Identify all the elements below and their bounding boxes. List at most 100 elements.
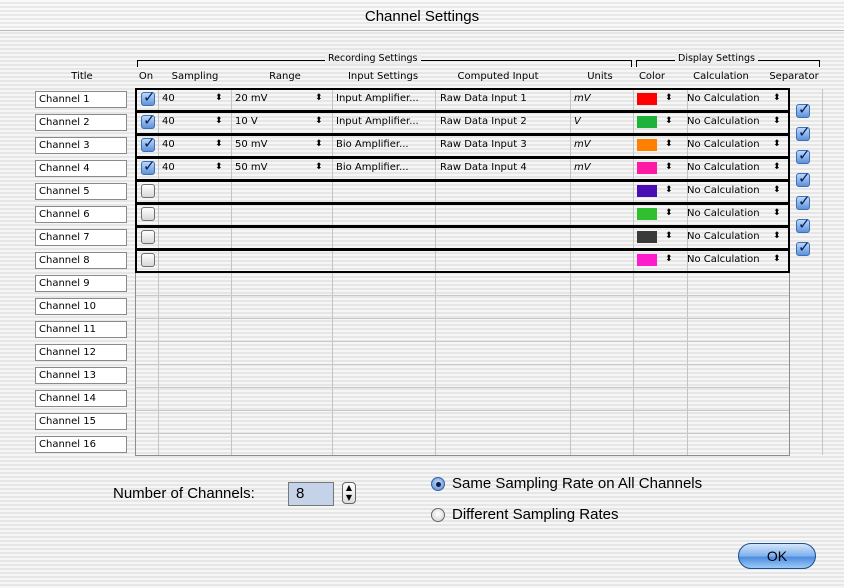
channel-title-field[interactable]: Channel 12: [35, 344, 127, 361]
calculation-popup[interactable]: No Calculation: [687, 134, 787, 157]
color-swatch[interactable]: [637, 208, 657, 220]
channel-title-field[interactable]: Channel 10: [35, 298, 127, 315]
separator-checkbox[interactable]: ✓: [796, 169, 811, 187]
sampling-popup-arrows-icon[interactable]: ⬍: [215, 162, 223, 172]
units-value: mV: [574, 162, 591, 173]
color-popup-arrows-icon[interactable]: ⬍: [665, 116, 673, 126]
channel-title-field[interactable]: Channel 9: [35, 275, 127, 292]
computed-input-value[interactable]: Raw Data Input 3: [440, 134, 540, 157]
computed-input-value[interactable]: Raw Data Input 4: [440, 157, 540, 180]
calculation-popup-arrows-icon[interactable]: ⬍: [773, 231, 781, 241]
number-of-channels-field[interactable]: 8: [288, 482, 334, 506]
col-header-title: Title: [71, 71, 93, 82]
input-settings-button[interactable]: Bio Amplifier...: [336, 157, 436, 180]
col-header-separator: Separator: [769, 71, 819, 82]
channel-title-field[interactable]: Channel 3: [35, 137, 127, 154]
channel-title-field[interactable]: Channel 8: [35, 252, 127, 269]
range-popup-arrows-icon[interactable]: ⬍: [315, 116, 323, 126]
channel-title-field[interactable]: Channel 15: [35, 413, 127, 430]
channel-on-checkbox[interactable]: ✓: [141, 111, 156, 129]
channel-on-checkbox[interactable]: [141, 253, 155, 267]
range-popup-arrows-icon[interactable]: ⬍: [315, 93, 323, 103]
sampling-popup-arrows-icon[interactable]: ⬍: [215, 93, 223, 103]
color-popup-arrows-icon[interactable]: ⬍: [665, 93, 673, 103]
calculation-popup[interactable]: No Calculation: [687, 111, 787, 134]
computed-input-value[interactable]: Raw Data Input 1: [440, 88, 540, 111]
separator-checkbox[interactable]: ✓: [796, 100, 811, 118]
channel-title-field[interactable]: Channel 7: [35, 229, 127, 246]
range-popup[interactable]: 50 mV: [235, 134, 305, 157]
color-swatch[interactable]: [637, 93, 657, 105]
channel-on-checkbox[interactable]: ✓: [141, 134, 156, 152]
ok-button[interactable]: OK: [738, 543, 816, 569]
color-swatch[interactable]: [637, 254, 657, 266]
units-value: mV: [574, 139, 591, 150]
calculation-popup-arrows-icon[interactable]: ⬍: [773, 93, 781, 103]
color-swatch[interactable]: [637, 185, 657, 197]
calculation-popup-arrows-icon[interactable]: ⬍: [773, 162, 781, 172]
sampling-popup-arrows-icon[interactable]: ⬍: [215, 116, 223, 126]
channel-on-checkbox[interactable]: [141, 184, 155, 198]
input-settings-button[interactable]: Input Amplifier...: [336, 88, 436, 111]
range-popup[interactable]: 10 V: [235, 111, 305, 134]
calculation-popup-arrows-icon[interactable]: ⬍: [773, 208, 781, 218]
range-popup[interactable]: 20 mV: [235, 88, 305, 111]
separator-checkbox[interactable]: ✓: [796, 146, 811, 164]
calculation-popup[interactable]: No Calculation: [687, 88, 787, 111]
range-popup[interactable]: 50 mV: [235, 157, 305, 180]
color-popup-arrows-icon[interactable]: ⬍: [665, 185, 673, 195]
calculation-popup-arrows-icon[interactable]: ⬍: [773, 116, 781, 126]
color-popup-arrows-icon[interactable]: ⬍: [665, 139, 673, 149]
range-popup-arrows-icon[interactable]: ⬍: [315, 162, 323, 172]
channel-on-checkbox[interactable]: ✓: [141, 88, 156, 106]
channel-title-field[interactable]: Channel 1: [35, 91, 127, 108]
color-popup-arrows-icon[interactable]: ⬍: [665, 162, 673, 172]
color-popup-arrows-icon[interactable]: ⬍: [665, 254, 673, 264]
calculation-popup[interactable]: No Calculation: [687, 226, 787, 249]
channel-title-field[interactable]: Channel 16: [35, 436, 127, 453]
sampling-popup[interactable]: 40: [162, 88, 212, 111]
calculation-popup-arrows-icon[interactable]: ⬍: [773, 254, 781, 264]
color-swatch[interactable]: [637, 162, 657, 174]
computed-input-value[interactable]: Raw Data Input 2: [440, 111, 540, 134]
channel-title-field[interactable]: Channel 13: [35, 367, 127, 384]
color-swatch[interactable]: [637, 231, 657, 243]
color-swatch[interactable]: [637, 139, 657, 151]
calculation-popup[interactable]: No Calculation: [687, 203, 787, 226]
channel-title-field[interactable]: Channel 6: [35, 206, 127, 223]
calculation-popup-arrows-icon[interactable]: ⬍: [773, 139, 781, 149]
color-swatch[interactable]: [637, 116, 657, 128]
sampling-popup[interactable]: 40: [162, 134, 212, 157]
separator-checkbox[interactable]: ✓: [796, 192, 811, 210]
input-settings-button[interactable]: Bio Amplifier...: [336, 134, 436, 157]
number-of-channels-stepper[interactable]: ▲ ▼: [342, 482, 356, 504]
calculation-popup[interactable]: No Calculation: [687, 249, 787, 272]
separator-checkbox[interactable]: ✓: [796, 238, 811, 256]
channel-title-field[interactable]: Channel 2: [35, 114, 127, 131]
channel-on-checkbox[interactable]: [141, 207, 155, 221]
range-popup-arrows-icon[interactable]: ⬍: [315, 139, 323, 149]
sampling-popup[interactable]: 40: [162, 111, 212, 134]
channel-on-checkbox[interactable]: [141, 230, 155, 244]
radio-same-sampling-rate[interactable]: [431, 477, 445, 491]
checkmark-icon: ✓: [143, 111, 156, 129]
col-header-color: Color: [638, 71, 666, 82]
channel-title-field[interactable]: Channel 14: [35, 390, 127, 407]
radio-different-sampling-rates[interactable]: [431, 508, 445, 522]
color-popup-arrows-icon[interactable]: ⬍: [665, 231, 673, 241]
calculation-popup-arrows-icon[interactable]: ⬍: [773, 185, 781, 195]
separator-checkbox[interactable]: ✓: [796, 123, 811, 141]
channel-title-field[interactable]: Channel 5: [35, 183, 127, 200]
sampling-popup-arrows-icon[interactable]: ⬍: [215, 139, 223, 149]
input-settings-button[interactable]: Input Amplifier...: [336, 111, 436, 134]
sampling-popup[interactable]: 40: [162, 157, 212, 180]
channel-row: ✓ 40 ⬍ 50 mV ⬍ Bio Amplifier... Raw Data Input…: [135, 157, 790, 180]
separator-checkbox[interactable]: ✓: [796, 215, 811, 233]
radio-different-sampling-rates-label: Different Sampling Rates: [452, 506, 619, 523]
calculation-popup[interactable]: No Calculation: [687, 180, 787, 203]
color-popup-arrows-icon[interactable]: ⬍: [665, 208, 673, 218]
channel-title-field[interactable]: Channel 11: [35, 321, 127, 338]
channel-title-field[interactable]: Channel 4: [35, 160, 127, 177]
calculation-popup[interactable]: No Calculation: [687, 157, 787, 180]
channel-on-checkbox[interactable]: ✓: [141, 157, 156, 175]
